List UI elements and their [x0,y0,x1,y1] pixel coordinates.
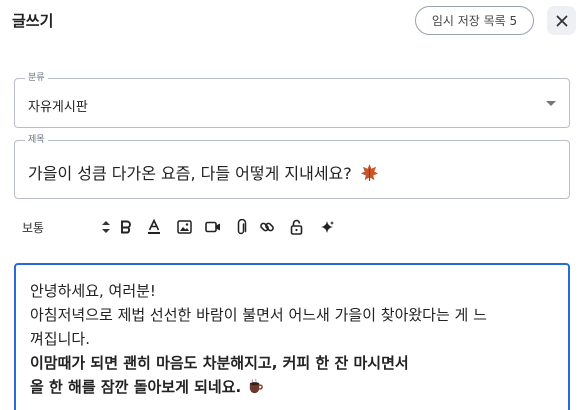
category-select[interactable]: 분류 자유게시판 [14,72,570,128]
select-arrows-icon [102,221,110,233]
body-line: 아침저녁으로 제법 선선한 바람이 불면서 어느새 가을이 찾아왔다는 게 느 [30,306,487,324]
attachment-button[interactable] [230,216,252,238]
lock-icon [290,219,302,235]
maple-leaf-icon [360,163,378,182]
dropdown-arrow-icon [546,101,556,106]
lock-button[interactable] [285,216,307,238]
image-icon [176,220,192,234]
subject-text: 가을이 성큼 다가온 요즘, 다들 어떻게 지내세요? [28,164,352,183]
text-color-button[interactable] [143,216,165,238]
image-button[interactable] [173,216,195,238]
subject-field[interactable]: 제목 가을이 성큼 다가온 요즘, 다들 어떻게 지내세요? [14,134,570,199]
post-body-editor[interactable]: 안녕하세요, 여러분! 아침저녁으로 제법 선선한 바람이 불면서 어느새 가을… [14,263,570,410]
dialog-header: 글쓰기 임시 저장 목록 5 [0,0,588,44]
body-line-bold-last: 올 한 해를 잠깐 돌아보게 되네요. [30,375,554,399]
font-size-select[interactable]: 보통 [14,214,112,240]
write-post-dialog: 글쓰기 임시 저장 목록 5 분류 자유게시판 제목 가을이 성큼 다가온 요즘… [0,0,588,410]
close-button[interactable] [547,6,576,35]
link-button[interactable] [256,216,278,238]
category-label: 분류 [25,72,48,84]
close-icon [556,15,567,26]
bold-icon [121,220,131,234]
category-value: 자유게시판 [28,100,88,115]
subject-label: 제목 [25,134,48,146]
body-line: 안녕하세요, 여러분! [30,282,156,300]
link-icon [260,222,274,232]
font-size-value: 보통 [22,220,45,235]
subject-input[interactable]: 가을이 성큼 다가온 요즘, 다들 어떻게 지내세요? [28,160,379,184]
video-button[interactable] [202,216,224,238]
body-line: 껴집니다. [30,330,90,348]
draft-list-button[interactable]: 임시 저장 목록 5 [415,6,534,35]
ai-assist-button[interactable] [316,216,338,238]
attachment-icon [237,218,247,234]
bold-button[interactable] [115,216,137,238]
video-icon [205,221,220,233]
page-title: 글쓰기 [12,12,54,30]
ai-sparkle-icon [320,220,334,233]
coffee-cup-icon [250,378,264,394]
body-line-text: 올 한 해를 잠깐 돌아보게 되네요. [30,378,242,396]
body-line-bold: 이맘때가 되면 괜히 마음도 차분해지고, 커피 한 잔 마시면서 [30,354,409,372]
text-color-icon [148,219,160,234]
editor-toolbar: 보통 [14,210,570,244]
